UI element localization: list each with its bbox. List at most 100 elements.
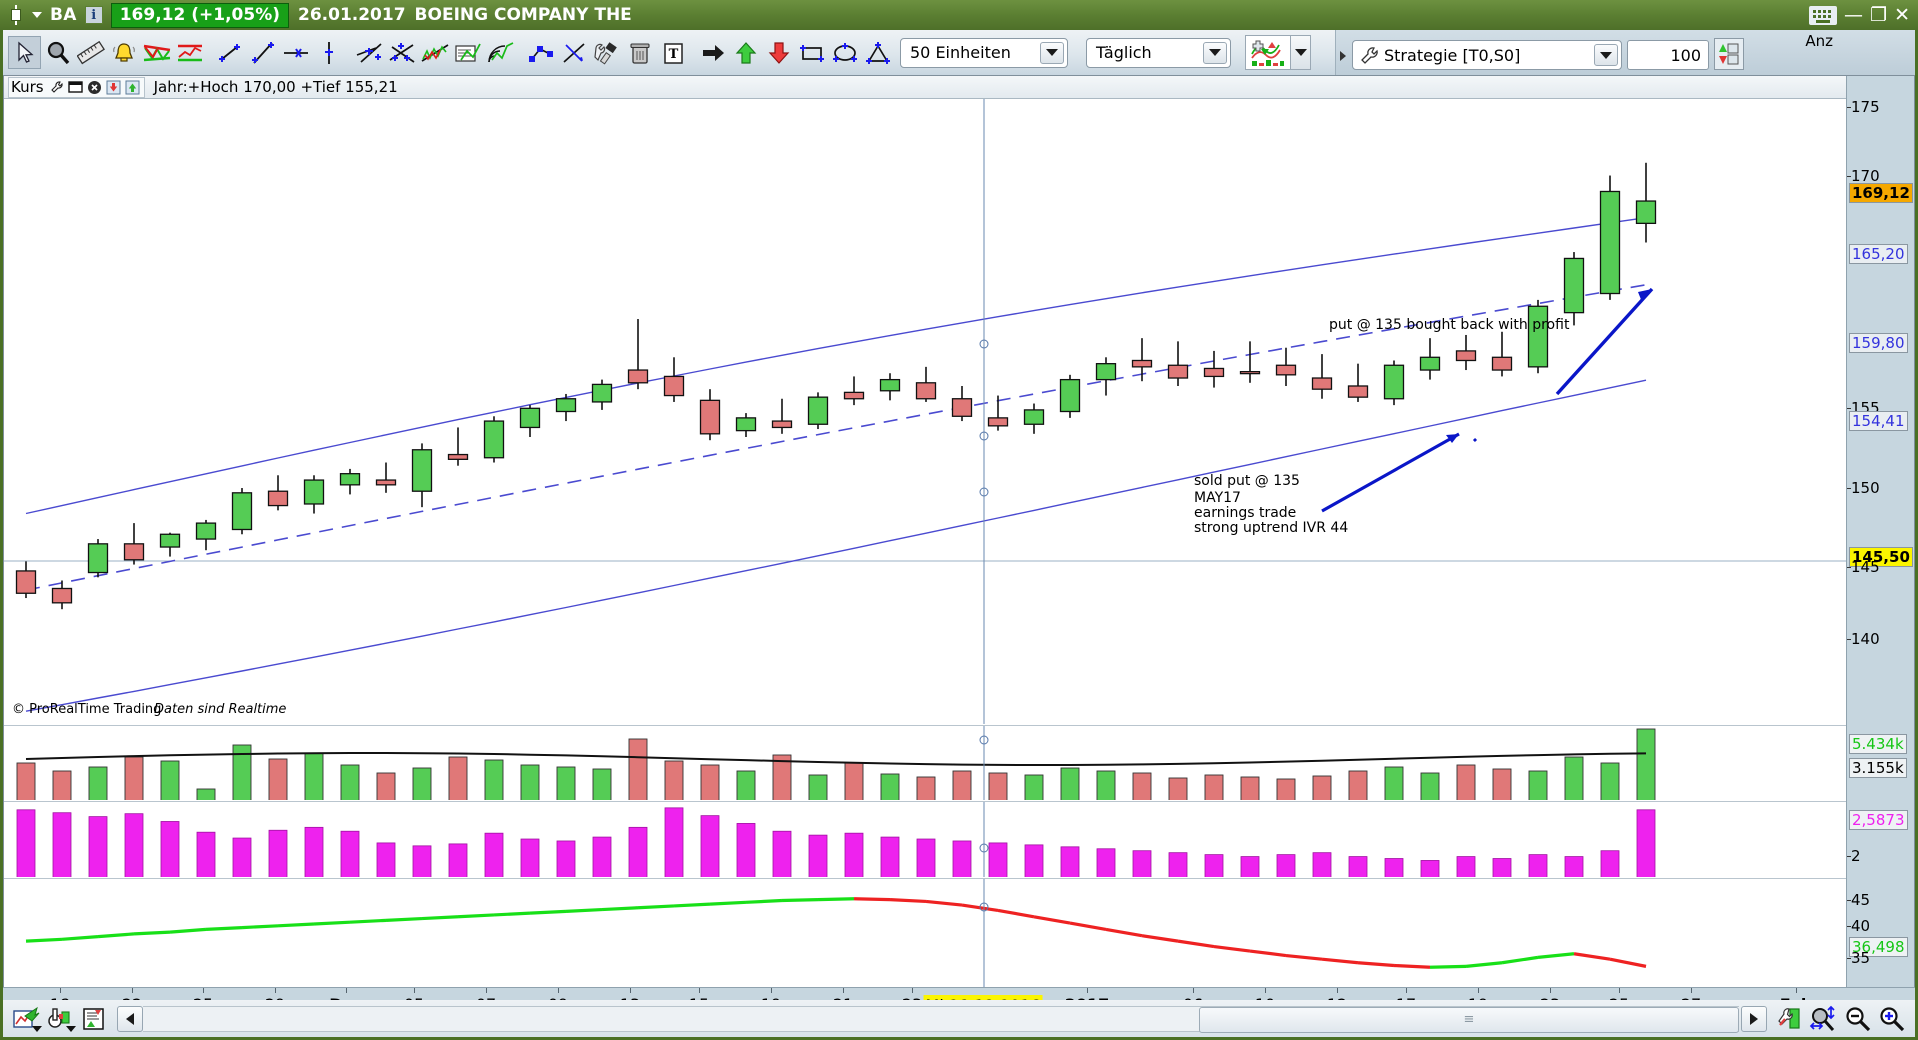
scroll-right-icon[interactable] (1741, 1005, 1767, 1032)
panel-title: Kurs (11, 78, 44, 96)
trendline-tool[interactable] (246, 36, 279, 69)
zoom-fit-icon[interactable] (1807, 1004, 1841, 1034)
units-dropdown[interactable]: 50 Einheiten (900, 37, 1068, 68)
x-axis-tick-mark (630, 988, 631, 993)
chevron-down-icon[interactable] (32, 12, 42, 18)
pitchfork-tool[interactable] (557, 36, 590, 69)
rsi-axis-label: 45 (1846, 891, 1871, 909)
vertical-line-tool[interactable] (312, 36, 345, 69)
restore-icon[interactable]: ❐ (1870, 5, 1887, 25)
report-icon[interactable] (77, 1004, 111, 1034)
x-axis-tick-mark (558, 988, 559, 993)
polyline-tool[interactable] (524, 36, 557, 69)
pointer-tool[interactable] (8, 36, 41, 69)
delete-tool[interactable] (623, 36, 656, 69)
fibonacci-arcs-tool[interactable] (484, 36, 517, 69)
rectangle-tool[interactable] (795, 36, 828, 69)
zoom-out-icon[interactable] (1841, 1004, 1875, 1034)
volume-bar (1204, 774, 1224, 800)
horizontal-line-tool[interactable] (279, 36, 312, 69)
order-updown-icon[interactable] (1714, 38, 1744, 70)
arrow-right-tool[interactable] (696, 36, 729, 69)
keyboard-icon[interactable] (1809, 5, 1838, 25)
scroll-thumb[interactable]: ≡ (1199, 1006, 1739, 1033)
move-up-icon[interactable] (123, 78, 142, 97)
instrument-name: BOEING COMPANY THE (414, 5, 632, 25)
zigzag-channel-tool[interactable] (140, 36, 173, 69)
rsi-segment (457, 913, 495, 919)
rsi-segment (1609, 957, 1647, 968)
rsi-segment (853, 897, 891, 902)
oscillator-bar (952, 840, 972, 877)
minimize-icon[interactable]: — (1844, 5, 1863, 25)
annotation-sold-put-line3: earnings trade (1194, 505, 1296, 521)
short-trendline-tool[interactable] (213, 36, 246, 69)
candlestick (1455, 350, 1477, 362)
zoom-in-icon[interactable] (1875, 1004, 1909, 1034)
export-chart-icon[interactable] (9, 1004, 43, 1034)
ellipse-tool[interactable] (828, 36, 861, 69)
volume-panel[interactable] (4, 725, 1847, 800)
y-axis-scale[interactable]: 175 170 169,12 165,20 159,80 155 154,41 150 145,… (1846, 76, 1914, 988)
volume-bar (628, 738, 648, 800)
text-label-tool[interactable]: T (656, 36, 689, 69)
x-axis-tick-mark (1550, 988, 1551, 993)
candlestick (87, 543, 109, 574)
rsi-segment (1105, 927, 1143, 938)
candlestick (1239, 370, 1261, 375)
parallel-lines-tool[interactable] (352, 36, 385, 69)
zoom-tool[interactable] (41, 36, 74, 69)
move-down-icon[interactable] (104, 78, 123, 97)
oscillator-bar (1564, 856, 1584, 877)
triangle-tool[interactable] (861, 36, 894, 69)
volume-bar (376, 772, 396, 800)
text-chart-tool[interactable] (451, 36, 484, 69)
chevron-down-icon[interactable] (1040, 41, 1064, 64)
chevron-down-icon[interactable] (1594, 44, 1618, 66)
trend-channel-tool[interactable] (173, 36, 206, 69)
ruler-tool[interactable] (74, 36, 107, 69)
x-axis-tick-mark (771, 988, 772, 993)
timeframe-dropdown[interactable]: Täglich (1086, 37, 1231, 68)
symbol-ticker: BA (50, 5, 77, 25)
chart-settings-icon[interactable] (1773, 1004, 1807, 1034)
horizontal-scrollbar[interactable]: ≡ (117, 1005, 1767, 1033)
arrow-down-tool[interactable] (762, 36, 795, 69)
chart-plot-area[interactable]: put @ 135 bought back with profit sold pu… (4, 99, 1847, 988)
volume-bar (412, 767, 432, 800)
chevron-down-icon[interactable] (1291, 35, 1311, 70)
chevron-down-icon[interactable] (1203, 41, 1227, 64)
rsi-segment (1393, 963, 1431, 969)
x-axis-tick-mark (1478, 988, 1479, 993)
settings-tool[interactable] (590, 36, 623, 69)
oscillator-panel[interactable] (4, 801, 1847, 877)
price-scale-icon[interactable] (43, 1004, 77, 1034)
oscillator-bar (592, 836, 612, 877)
quantity-input[interactable]: 100 (1627, 40, 1709, 70)
oscillator-bar (1456, 856, 1476, 877)
close-icon[interactable]: ✕ (1894, 5, 1910, 25)
add-indicator-icon[interactable] (1245, 35, 1291, 70)
window-icon[interactable] (66, 78, 85, 97)
volume-bar (304, 752, 324, 800)
rsi-segment (205, 925, 243, 931)
strategy-dropdown[interactable]: Strategie [T0,S0] (1352, 40, 1622, 70)
rsi-panel[interactable] (4, 878, 1847, 988)
crossing-lines-tool[interactable] (385, 36, 418, 69)
price-chart-panel[interactable]: put @ 135 bought back with profit sold pu… (4, 99, 1847, 724)
expand-right-icon[interactable] (1340, 51, 1346, 61)
bottom-statusbar: ≡ (3, 1000, 1915, 1037)
scroll-left-icon[interactable] (117, 1005, 143, 1032)
x-axis-tick-mark (486, 988, 487, 993)
close-circle-icon[interactable] (85, 78, 104, 97)
volume-bar (448, 756, 468, 800)
arrow-up-tool[interactable] (729, 36, 762, 69)
wrench-icon[interactable] (47, 78, 66, 97)
alert-bell-tool[interactable] (107, 36, 140, 69)
x-axis-tick-mark (1796, 988, 1797, 993)
info-icon[interactable]: i (84, 6, 103, 24)
candlestick (951, 398, 973, 417)
scroll-track[interactable]: ≡ (143, 1005, 1739, 1033)
regression-channel-tool[interactable] (418, 36, 451, 69)
oscillator-bar (1312, 852, 1332, 877)
